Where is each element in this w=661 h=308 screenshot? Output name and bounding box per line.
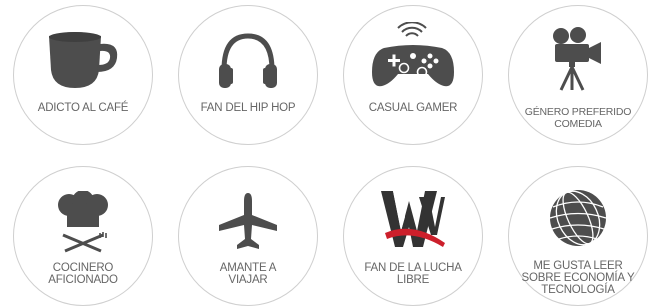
- badge-label: FAN DE LA LUCHA LIBRE: [364, 262, 462, 286]
- badge-gamer: CASUAL GAMER: [343, 5, 483, 145]
- film-camera-icon: [509, 26, 647, 92]
- wwe-logo-icon: [344, 187, 482, 253]
- chef-hat-icon: [14, 191, 152, 253]
- badge-label: CASUAL GAMER: [368, 102, 458, 114]
- coffee-cup-icon: [14, 30, 152, 90]
- airplane-icon: [179, 191, 317, 251]
- badge-label: ME GUSTA LEER SOBRE ECONOMÍA Y TECNOLOGÍ…: [521, 260, 635, 296]
- badge-reading: ME GUSTA LEER SOBRE ECONOMÍA Y TECNOLOGÍ…: [508, 166, 648, 306]
- headphones-icon: [179, 30, 317, 92]
- badge-label: FAN DEL HIP HOP: [200, 102, 296, 114]
- badge-travel: AMANTE A VIAJAR: [178, 166, 318, 306]
- game-controller-icon: [344, 22, 482, 92]
- badge-label: AMANTE A VIAJAR: [219, 262, 277, 286]
- badge-wrestling: FAN DE LA LUCHA LIBRE: [343, 166, 483, 306]
- globe-icon: [509, 187, 647, 249]
- badge-coffee: ADICTO AL CAFÉ: [13, 5, 153, 145]
- badge-label: ADICTO AL CAFÉ: [37, 102, 129, 114]
- badge-headphones: FAN DEL HIP HOP: [178, 5, 318, 145]
- badge-comedy: GÉNERO PREFERIDO COMEDIA: [508, 5, 648, 145]
- badge-label: GÉNERO PREFERIDO COMEDIA: [524, 106, 632, 130]
- badge-label: COCINERO AFICIONADO: [48, 262, 118, 286]
- badge-cook: COCINERO AFICIONADO: [13, 166, 153, 306]
